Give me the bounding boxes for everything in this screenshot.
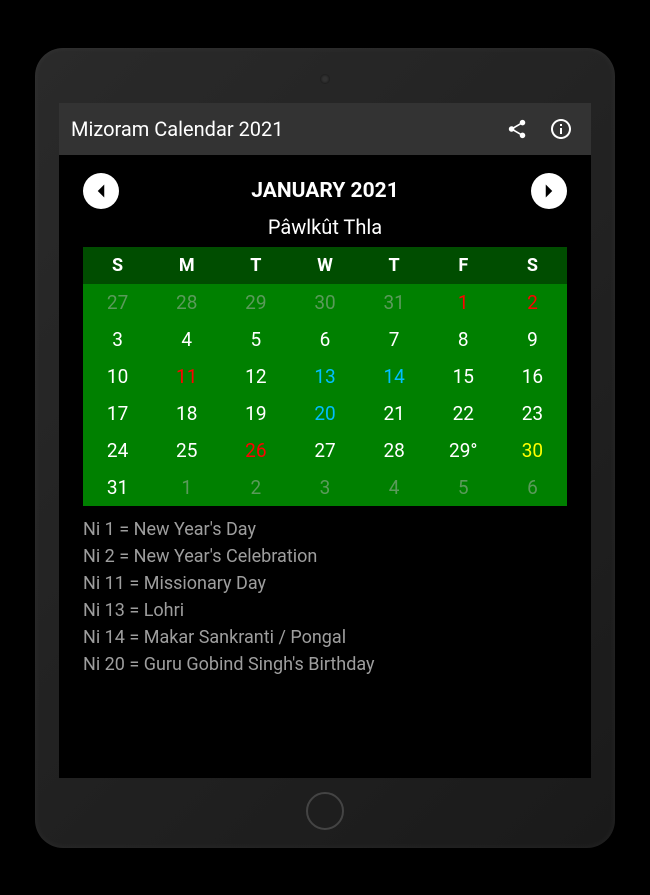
calendar-day[interactable]: 10: [83, 358, 152, 395]
calendar-day[interactable]: 30: [290, 284, 359, 321]
calendar-day[interactable]: 1: [152, 469, 221, 506]
calendar-day[interactable]: 4: [360, 469, 429, 506]
tablet-frame: Mizoram Calendar 2021 JANUARY 2021 Pâwlk…: [35, 48, 615, 848]
day-header: T: [360, 247, 429, 284]
calendar-day[interactable]: 13: [290, 358, 359, 395]
calendar-day[interactable]: 20: [290, 395, 359, 432]
event-item: Ni 13 = Lohri: [83, 597, 567, 624]
calendar-week-row: 3456789: [83, 321, 567, 358]
calendar-day[interactable]: 6: [290, 321, 359, 358]
calendar-day[interactable]: 12: [221, 358, 290, 395]
calendar-day[interactable]: 16: [498, 358, 567, 395]
calendar-day[interactable]: 28: [360, 432, 429, 469]
share-icon[interactable]: [499, 111, 535, 147]
calendar-day[interactable]: 3: [83, 321, 152, 358]
calendar-day[interactable]: 22: [429, 395, 498, 432]
calendar-day[interactable]: 25: [152, 432, 221, 469]
calendar-day[interactable]: 11: [152, 358, 221, 395]
home-button[interactable]: [306, 792, 344, 830]
calendar-day[interactable]: 31: [83, 469, 152, 506]
app-title: Mizoram Calendar 2021: [71, 117, 491, 141]
month-subtitle: Pâwlkût Thla: [59, 213, 591, 247]
calendar-day[interactable]: 30: [498, 432, 567, 469]
calendar-day[interactable]: 5: [429, 469, 498, 506]
day-header: F: [429, 247, 498, 284]
day-header: S: [83, 247, 152, 284]
calendar-week-row: 10111213141516: [83, 358, 567, 395]
calendar-day[interactable]: 9: [498, 321, 567, 358]
day-header: S: [498, 247, 567, 284]
month-title: JANUARY 2021: [251, 179, 399, 203]
event-item: Ni 14 = Makar Sankranti / Pongal: [83, 624, 567, 651]
events-list: Ni 1 = New Year's DayNi 2 = New Year's C…: [59, 506, 591, 678]
event-item: Ni 2 = New Year's Celebration: [83, 543, 567, 570]
calendar-day[interactable]: 23: [498, 395, 567, 432]
calendar-header-row: SMTWTFS: [83, 247, 567, 284]
calendar-day[interactable]: 14: [360, 358, 429, 395]
event-item: Ni 1 = New Year's Day: [83, 516, 567, 543]
calendar-day[interactable]: 29°: [429, 432, 498, 469]
info-icon[interactable]: [543, 111, 579, 147]
calendar-day[interactable]: 29: [221, 284, 290, 321]
calendar-day[interactable]: 6: [498, 469, 567, 506]
calendar-day[interactable]: 5: [221, 321, 290, 358]
calendar-day[interactable]: 27: [83, 284, 152, 321]
calendar-day[interactable]: 17: [83, 395, 152, 432]
prev-month-button[interactable]: [83, 173, 119, 209]
calendar-day[interactable]: 28: [152, 284, 221, 321]
calendar-day[interactable]: 31: [360, 284, 429, 321]
calendar-day[interactable]: 7: [360, 321, 429, 358]
calendar-week-row: 17181920212223: [83, 395, 567, 432]
calendar-day[interactable]: 21: [360, 395, 429, 432]
calendar-body: 2728293031123456789101112131415161718192…: [83, 284, 567, 506]
app-bar: Mizoram Calendar 2021: [59, 103, 591, 155]
calendar-day[interactable]: 4: [152, 321, 221, 358]
calendar-day[interactable]: 3: [290, 469, 359, 506]
calendar-week-row: 272829303112: [83, 284, 567, 321]
calendar-day[interactable]: 19: [221, 395, 290, 432]
calendar-day[interactable]: 2: [221, 469, 290, 506]
app-screen: Mizoram Calendar 2021 JANUARY 2021 Pâwlk…: [59, 103, 591, 778]
event-item: Ni 20 = Guru Gobind Singh's Birthday: [83, 651, 567, 678]
tablet-camera: [320, 74, 330, 84]
calendar-day[interactable]: 26: [221, 432, 290, 469]
calendar-day[interactable]: 1: [429, 284, 498, 321]
calendar-day[interactable]: 8: [429, 321, 498, 358]
calendar-week-row: 31123456: [83, 469, 567, 506]
calendar-grid: SMTWTFS 27282930311234567891011121314151…: [83, 247, 567, 506]
next-month-button[interactable]: [531, 173, 567, 209]
event-item: Ni 11 = Missionary Day: [83, 570, 567, 597]
calendar-week-row: 242526272829°30: [83, 432, 567, 469]
day-header: M: [152, 247, 221, 284]
day-header: T: [221, 247, 290, 284]
calendar-day[interactable]: 2: [498, 284, 567, 321]
calendar-day[interactable]: 27: [290, 432, 359, 469]
calendar-day[interactable]: 15: [429, 358, 498, 395]
month-navigation: JANUARY 2021: [59, 155, 591, 213]
calendar-day[interactable]: 18: [152, 395, 221, 432]
calendar-day[interactable]: 24: [83, 432, 152, 469]
day-header: W: [290, 247, 359, 284]
